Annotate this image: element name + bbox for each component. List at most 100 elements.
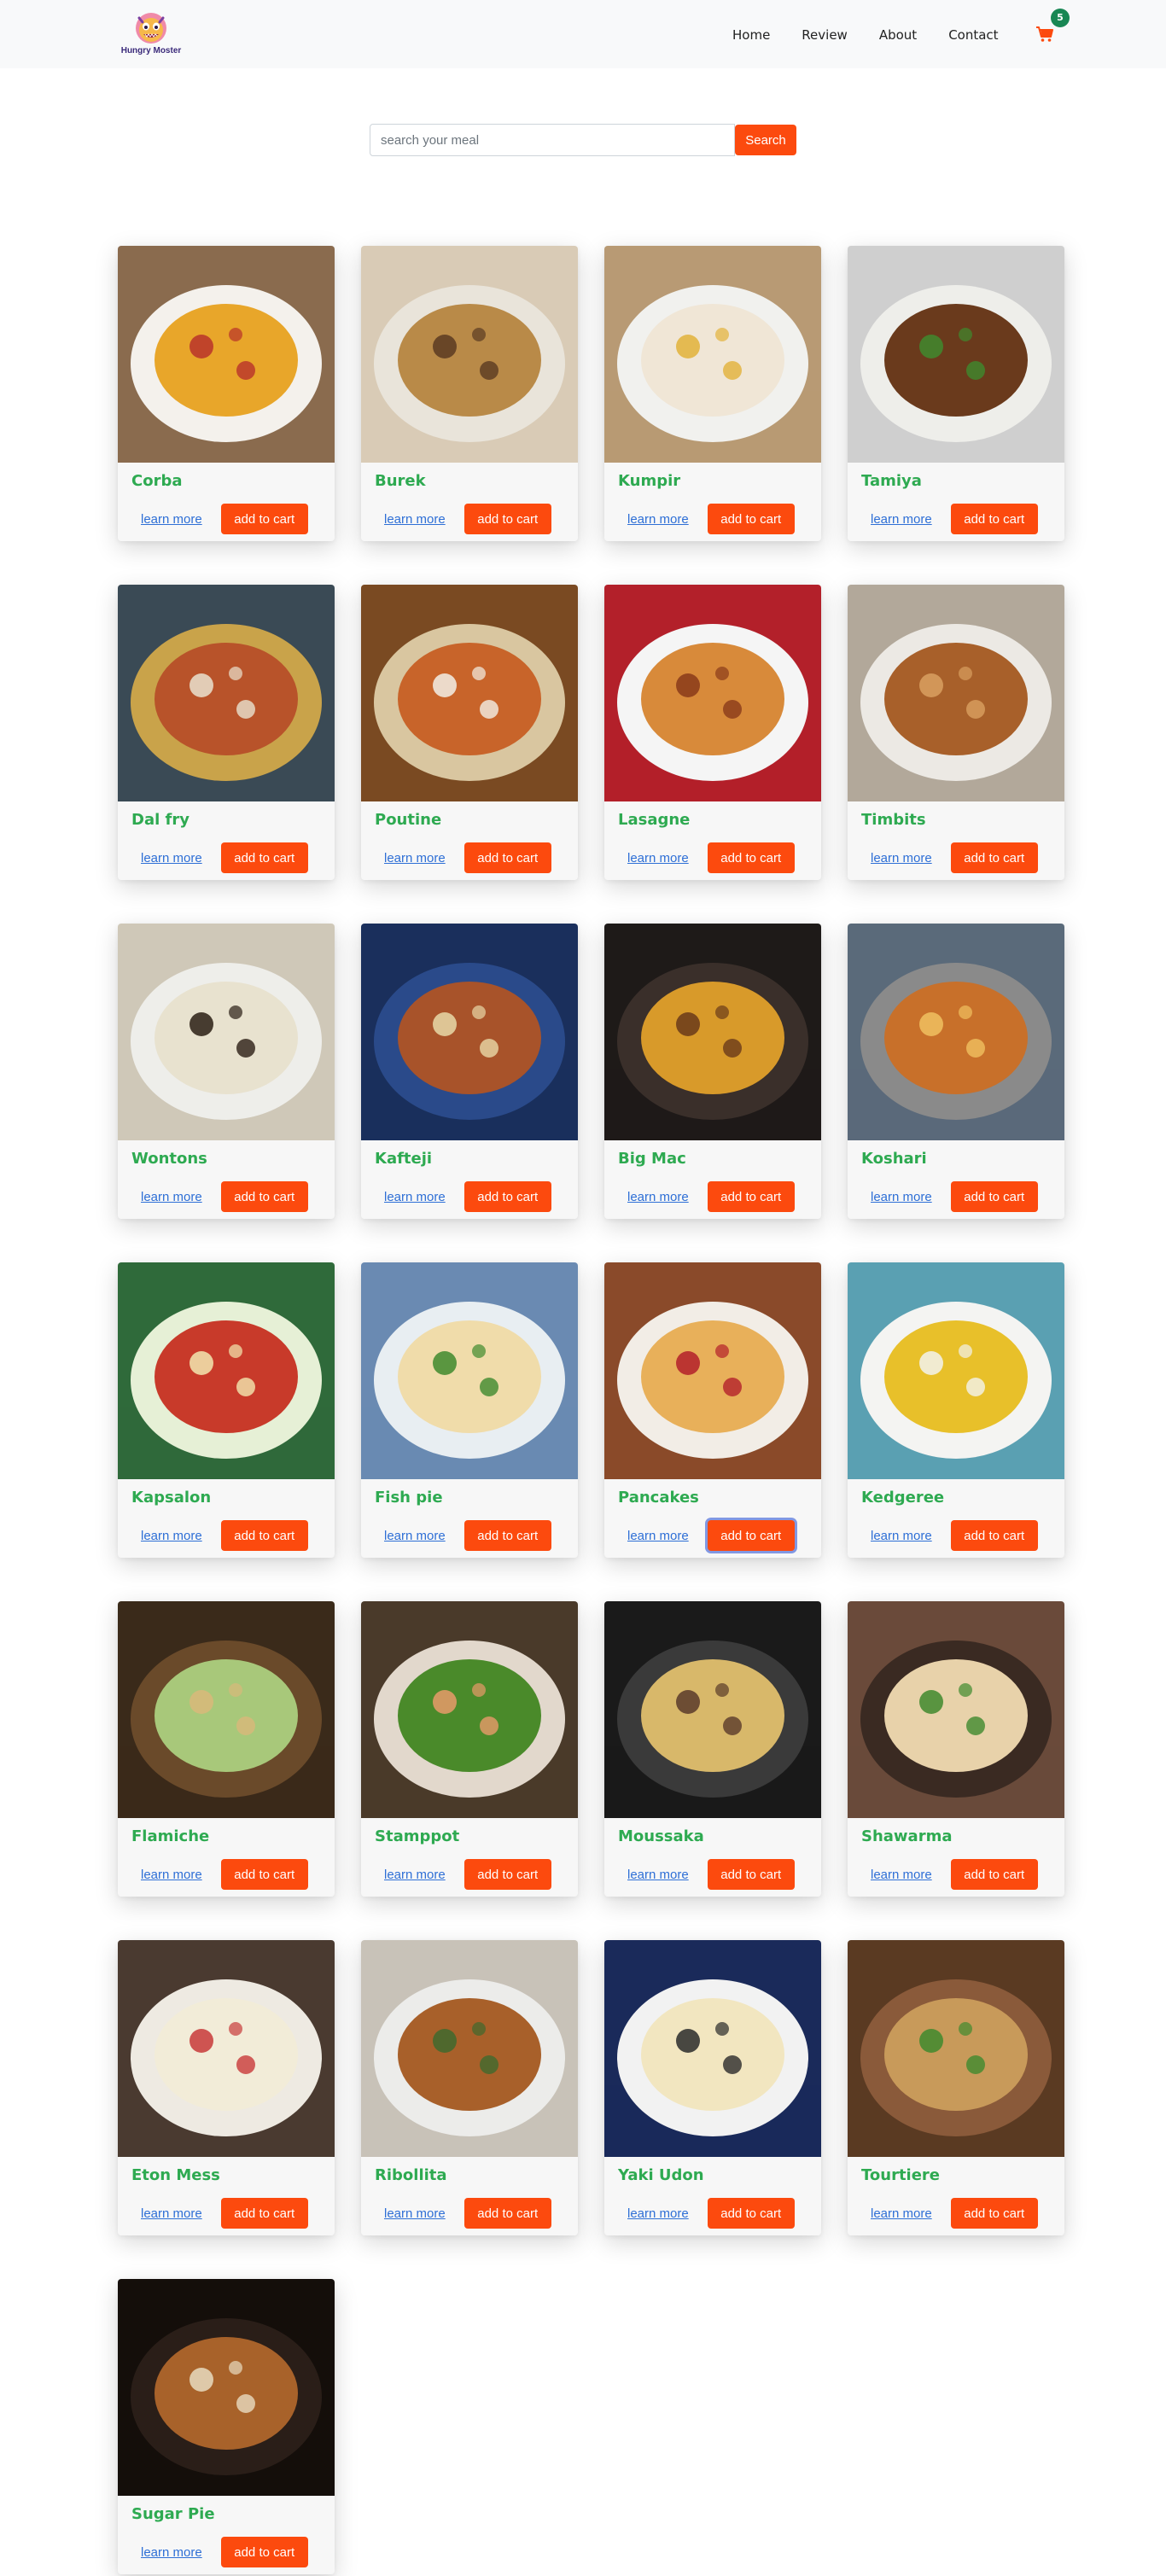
meal-card-corba: Corba learn more add to cart [118,246,335,541]
learn-more-link[interactable]: learn more [141,512,202,527]
add-to-cart-button[interactable]: add to cart [707,2198,795,2229]
meal-title: Koshari [861,1150,927,1168]
nav-link-about[interactable]: About [879,27,917,43]
learn-more-link[interactable]: learn more [384,1868,446,1882]
meal-image [848,924,1064,1140]
learn-more-link[interactable]: learn more [384,1190,446,1204]
add-to-cart-button[interactable]: add to cart [463,1181,551,1212]
learn-more-link[interactable]: learn more [384,2206,446,2221]
add-to-cart-button[interactable]: add to cart [950,1181,1038,1212]
meal-image [604,585,821,801]
add-to-cart-button[interactable]: add to cart [950,842,1038,873]
learn-more-link[interactable]: learn more [141,851,202,865]
add-to-cart-button[interactable]: add to cart [950,2198,1038,2229]
meal-card-kumpir: Kumpir learn more add to cart [604,246,821,541]
meal-card-koshari: Koshari learn more add to cart [848,924,1064,1219]
meal-card-sugar-pie: Sugar Pie learn more add to cart [118,2279,335,2574]
learn-more-link[interactable]: learn more [627,1868,689,1882]
nav-link-review[interactable]: Review [802,27,848,43]
add-to-cart-button[interactable]: add to cart [220,1181,308,1212]
learn-more-link[interactable]: learn more [141,1868,202,1882]
nav-link-contact[interactable]: Contact [948,27,998,43]
meal-title: Poutine [375,811,442,829]
search-button[interactable]: Search [735,125,796,155]
learn-more-link[interactable]: learn more [141,2206,202,2221]
meal-card-burek: Burek learn more add to cart [361,246,578,541]
add-to-cart-button[interactable]: add to cart [220,504,308,534]
meal-actions: learn more add to cart [848,1173,1064,1212]
meal-title: Kumpir [618,472,681,490]
add-to-cart-button[interactable]: add to cart [707,1859,795,1890]
search-input[interactable] [370,124,735,156]
cart-count-badge: 5 [1051,9,1070,27]
meal-actions: learn more add to cart [118,1173,335,1212]
add-to-cart-button[interactable]: add to cart [220,1859,308,1890]
meal-image [118,1601,335,1818]
learn-more-link[interactable]: learn more [384,1529,446,1543]
learn-more-link[interactable]: learn more [384,512,446,527]
learn-more-link[interactable]: learn more [627,1190,689,1204]
meal-image [361,1262,578,1479]
add-to-cart-button[interactable]: add to cart [463,1859,551,1890]
add-to-cart-button[interactable]: add to cart [950,1520,1038,1551]
monster-face-icon [132,11,170,45]
meal-actions: learn more add to cart [848,495,1064,534]
meal-title: Corba [131,472,183,490]
navbar: Hungry Moster Home Review About Contact … [0,0,1166,68]
learn-more-link[interactable]: learn more [141,1190,202,1204]
add-to-cart-button[interactable]: add to cart [707,842,795,873]
add-to-cart-button[interactable]: add to cart [463,1520,551,1551]
learn-more-link[interactable]: learn more [627,512,689,527]
add-to-cart-button[interactable]: add to cart [707,1520,795,1551]
meal-image [848,1601,1064,1818]
add-to-cart-button[interactable]: add to cart [463,842,551,873]
meal-actions: learn more add to cart [604,834,821,873]
brand-logo[interactable]: Hungry Moster [116,11,186,59]
nav-link-home[interactable]: Home [732,27,770,43]
add-to-cart-button[interactable]: add to cart [463,504,551,534]
meal-image [118,585,335,801]
meal-card-wontons: Wontons learn more add to cart [118,924,335,1219]
learn-more-link[interactable]: learn more [871,2206,932,2221]
meal-title: Sugar Pie [131,2505,215,2523]
learn-more-link[interactable]: learn more [871,1190,932,1204]
meal-image [118,1940,335,2157]
add-to-cart-button[interactable]: add to cart [950,504,1038,534]
meal-actions: learn more add to cart [118,2528,335,2567]
learn-more-link[interactable]: learn more [384,851,446,865]
shopping-cart-icon[interactable] [1035,24,1055,44]
learn-more-link[interactable]: learn more [627,851,689,865]
learn-more-link[interactable]: learn more [871,512,932,527]
meal-actions: learn more add to cart [361,1512,578,1551]
meal-actions: learn more add to cart [118,1512,335,1551]
learn-more-link[interactable]: learn more [871,851,932,865]
learn-more-link[interactable]: learn more [871,1868,932,1882]
search-bar: Search [370,124,796,156]
meal-title: Eton Mess [131,2166,220,2184]
meal-grid: Corba learn more add to cart Burek learn… [118,246,1065,2574]
learn-more-link[interactable]: learn more [627,1529,689,1543]
add-to-cart-button[interactable]: add to cart [220,1520,308,1551]
meal-image [361,1601,578,1818]
add-to-cart-button[interactable]: add to cart [220,2198,308,2229]
add-to-cart-button[interactable]: add to cart [707,504,795,534]
meal-card-eton-mess: Eton Mess learn more add to cart [118,1940,335,2235]
meal-actions: learn more add to cart [604,1512,821,1551]
meal-title: Fish pie [375,1489,443,1507]
add-to-cart-button[interactable]: add to cart [707,1181,795,1212]
add-to-cart-button[interactable]: add to cart [220,842,308,873]
learn-more-link[interactable]: learn more [141,2545,202,2560]
meal-title: Dal fry [131,811,189,829]
add-to-cart-button[interactable]: add to cart [463,2198,551,2229]
meal-image [604,1262,821,1479]
add-to-cart-button[interactable]: add to cart [950,1859,1038,1890]
meal-title: Big Mac [618,1150,686,1168]
learn-more-link[interactable]: learn more [141,1529,202,1543]
add-to-cart-button[interactable]: add to cart [220,2537,308,2567]
learn-more-link[interactable]: learn more [871,1529,932,1543]
meal-card-flamiche: Flamiche learn more add to cart [118,1601,335,1897]
learn-more-link[interactable]: learn more [627,2206,689,2221]
meal-card-ribollita: Ribollita learn more add to cart [361,1940,578,2235]
meal-title: Wontons [131,1150,207,1168]
meal-actions: learn more add to cart [604,495,821,534]
